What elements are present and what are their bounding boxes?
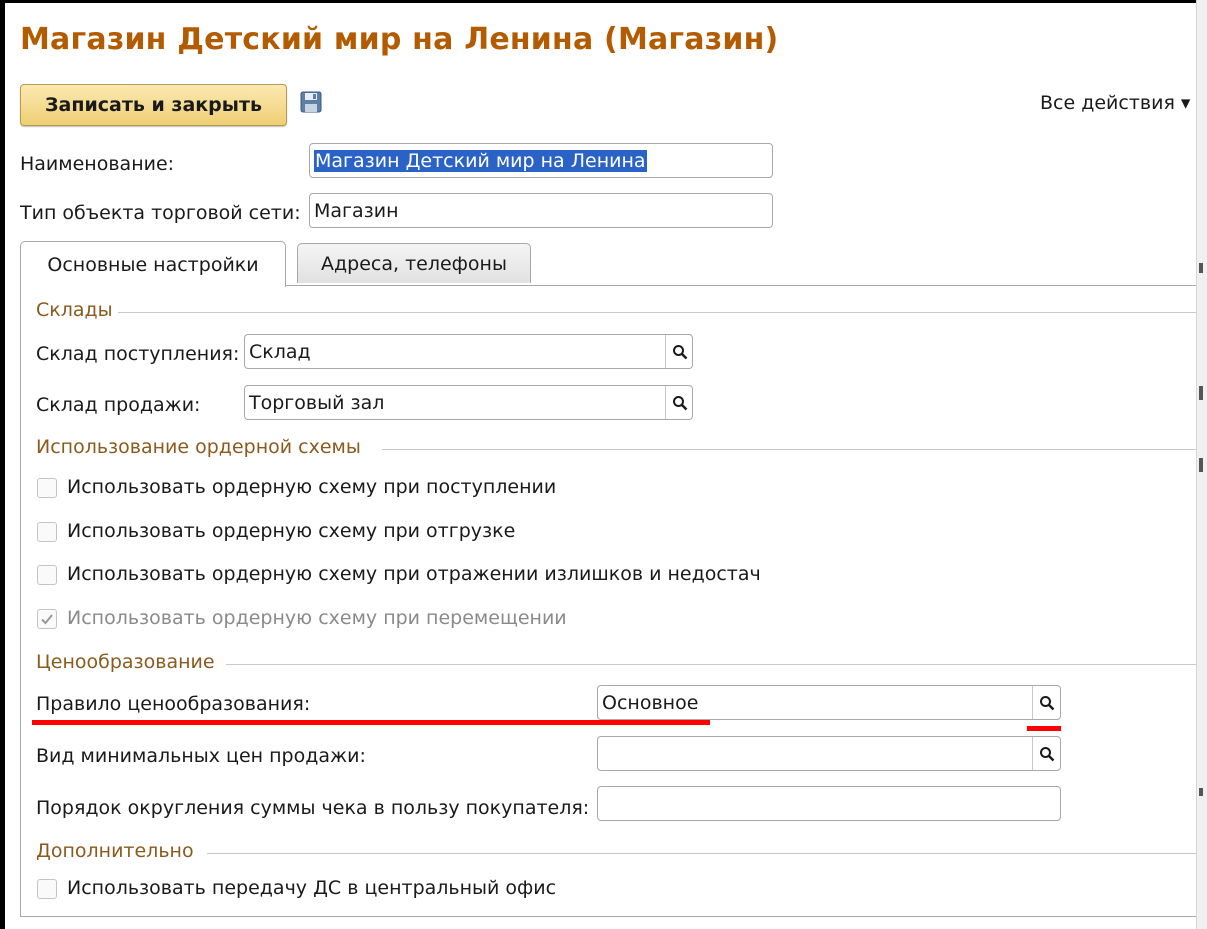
order-scheme-surplus-label: Использовать ордерную схему при отражени… xyxy=(67,563,761,585)
sale-warehouse-label: Склад продажи: xyxy=(36,394,201,416)
sale-warehouse-field[interactable]: Торговый зал xyxy=(244,385,693,420)
group-divider xyxy=(207,853,1196,854)
save-icon[interactable] xyxy=(300,91,322,113)
pricing-rule-label: Правило ценообразования: xyxy=(36,693,311,715)
tab-main-settings-label: Основные настройки xyxy=(47,253,259,276)
panel-border-bottom xyxy=(20,916,1196,917)
order-scheme-shipment-label: Использовать ордерную схему при отгрузке xyxy=(67,520,516,542)
order-scheme-group-title: Использование ордерной схемы xyxy=(36,436,361,458)
order-scheme-surplus-checkbox[interactable] xyxy=(37,565,57,585)
sale-warehouse-value: Торговый зал xyxy=(249,391,385,414)
window-frame-left xyxy=(0,0,5,929)
save-and-close-button[interactable]: Записать и закрыть xyxy=(20,84,287,126)
edge-mark xyxy=(1199,788,1203,796)
order-scheme-transfer-label: Использовать ордерную схему при перемеще… xyxy=(67,607,567,629)
tab-addresses-phones[interactable]: Адреса, телефоны xyxy=(297,243,531,283)
window-title: Магазин Детский мир на Ленина (Магазин) xyxy=(20,22,779,57)
receipt-warehouse-value: Склад xyxy=(249,340,311,363)
pricing-group-title: Ценообразование xyxy=(36,651,215,673)
order-scheme-receipt-checkbox[interactable] xyxy=(37,478,57,498)
transfer-to-office-label: Использовать передачу ДС в центральный о… xyxy=(67,877,557,899)
search-icon[interactable] xyxy=(665,386,692,419)
order-scheme-receipt-label: Использовать ордерную схему при поступле… xyxy=(67,476,557,498)
rounding-field[interactable] xyxy=(597,786,1061,821)
edge-mark xyxy=(1199,458,1203,472)
pricing-rule-field[interactable]: Основное xyxy=(597,685,1061,720)
search-icon[interactable] xyxy=(665,335,692,368)
min-price-label: Вид минимальных цен продажи: xyxy=(36,745,366,767)
group-divider xyxy=(226,664,1196,665)
receipt-warehouse-field[interactable]: Склад xyxy=(244,334,693,369)
name-field-value: Магазин Детский мир на Ленина xyxy=(314,149,647,172)
type-field-value: Магазин xyxy=(314,199,399,222)
additional-group-title: Дополнительно xyxy=(36,840,194,862)
group-divider xyxy=(382,449,1196,450)
window-frame-top xyxy=(0,0,1207,3)
name-field[interactable]: Магазин Детский мир на Ленина xyxy=(309,143,773,178)
type-label: Тип объекта торговой сети: xyxy=(20,202,301,224)
warehouses-group-title: Склады xyxy=(36,299,113,321)
search-icon[interactable] xyxy=(1032,686,1060,719)
annotation-underline xyxy=(32,720,710,725)
type-field[interactable]: Магазин xyxy=(309,193,773,228)
order-scheme-shipment-checkbox[interactable] xyxy=(37,522,57,542)
pricing-rule-value: Основное xyxy=(602,691,699,714)
edge-mark xyxy=(1199,263,1203,273)
search-icon[interactable] xyxy=(1032,737,1060,770)
edge-mark xyxy=(1199,386,1203,400)
tab-addresses-phones-label: Адреса, телефоны xyxy=(321,252,507,275)
transfer-to-office-checkbox[interactable] xyxy=(37,879,57,899)
all-actions-menu[interactable]: Все действия ▾ xyxy=(1040,92,1190,114)
group-divider xyxy=(118,312,1196,313)
rounding-label: Порядок округления суммы чека в пользу п… xyxy=(36,797,590,819)
annotation-underline xyxy=(1027,726,1061,731)
receipt-warehouse-label: Склад поступления: xyxy=(36,343,240,365)
name-label: Наименование: xyxy=(20,153,175,175)
tab-main-settings[interactable]: Основные настройки xyxy=(20,241,286,287)
min-price-field[interactable] xyxy=(597,736,1061,771)
panel-border-left xyxy=(20,285,21,917)
order-scheme-transfer-checkbox[interactable] xyxy=(37,609,57,629)
